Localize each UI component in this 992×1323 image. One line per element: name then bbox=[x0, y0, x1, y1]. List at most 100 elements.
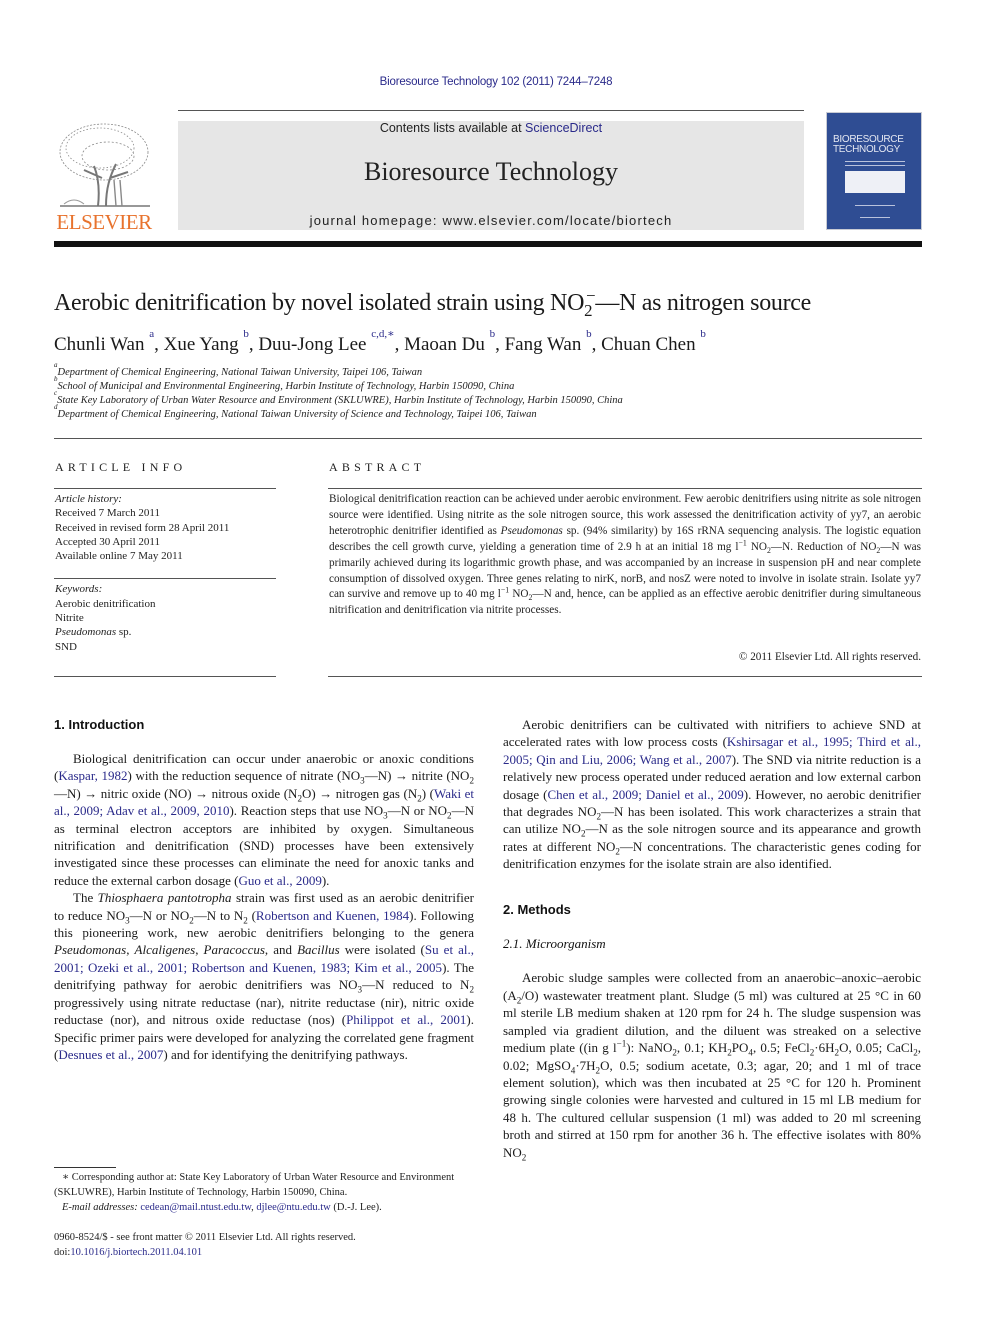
citation-link[interactable]: Guo et al., 2009 bbox=[238, 873, 321, 888]
cover-subtitle-line bbox=[845, 165, 905, 166]
superscript: −1 bbox=[616, 1038, 627, 1049]
journal-masthead: Contents lists available at ScienceDirec… bbox=[178, 121, 804, 230]
text: —N or NO bbox=[387, 803, 448, 819]
affiliation-text: Department of Chemical Engineering, Nati… bbox=[57, 409, 537, 420]
cover-title: BIORESOURCE TECHNOLOGY bbox=[833, 135, 904, 155]
cover-publisher-line bbox=[860, 217, 890, 218]
affiliation-mark: c bbox=[54, 388, 58, 397]
header-thick-rule bbox=[54, 241, 922, 247]
superscript: −1 bbox=[500, 585, 510, 595]
introduction-body: Biological denitrification can occur und… bbox=[54, 750, 474, 1063]
author-name: Chunli Wan bbox=[54, 334, 145, 355]
contents-available-line: Contents lists available at ScienceDirec… bbox=[178, 121, 804, 135]
affiliation: cState Key Laboratory of Urban Water Res… bbox=[54, 389, 623, 406]
abstract-bottom-rule bbox=[328, 676, 922, 677]
contents-prefix: Contents lists available at bbox=[379, 121, 526, 135]
affiliation: aDepartment of Chemical Engineering, Nat… bbox=[54, 361, 423, 378]
author-name: Xue Yang bbox=[163, 334, 239, 355]
species-name: Thiosphaera pantotropha bbox=[97, 890, 232, 906]
keywords-rule bbox=[54, 578, 276, 579]
abstract-text: Biological denitrification reaction can … bbox=[329, 492, 921, 619]
footnote: ∗ Corresponding author at: State Key Lab… bbox=[54, 1170, 474, 1215]
citation-link[interactable]: Robertson and Kuenen, 1984 bbox=[256, 908, 409, 923]
cover-figure bbox=[845, 171, 905, 193]
text: —N) → nitric oxide (NO) → nitrous oxide … bbox=[54, 785, 298, 801]
article-info-bottom-rule bbox=[54, 676, 276, 677]
citation-link[interactable]: Chen et al., 2009; Daniel et al., 2009 bbox=[547, 787, 743, 802]
abstract-italic: Pseudomonas bbox=[500, 524, 563, 537]
text: ) and for identifying the denitrifying p… bbox=[163, 1046, 408, 1062]
author-affiliation-mark[interactable]: b bbox=[490, 328, 496, 340]
affiliation-rule bbox=[54, 438, 922, 439]
journal-homepage[interactable]: journal homepage: www.elsevier.com/locat… bbox=[178, 213, 804, 228]
history-label: Article history: bbox=[55, 493, 122, 505]
citation-link[interactable]: Philippot et al., 2001 bbox=[346, 1012, 466, 1027]
text: —N) → nitrite (NO bbox=[364, 768, 470, 784]
affiliation-mark: d bbox=[54, 402, 58, 411]
author-name: Maoan Du bbox=[404, 334, 485, 355]
author[interactable]: Chuan Chen b bbox=[601, 328, 706, 355]
paragraph: The Thiosphaera pantotropha strain was f… bbox=[54, 889, 474, 1063]
citation-link[interactable]: Desnues et al., 2007 bbox=[58, 1047, 163, 1062]
abstract-text-part: NO bbox=[746, 540, 767, 553]
article-info-rule bbox=[54, 488, 276, 489]
history-item: Available online 7 May 2011 bbox=[55, 550, 183, 563]
abstract-rule bbox=[328, 488, 922, 489]
text: O, 0.05; CaCl bbox=[839, 1040, 914, 1056]
section-heading-introduction: 1. Introduction bbox=[54, 717, 145, 732]
text: PO bbox=[731, 1040, 749, 1056]
keyword: SND bbox=[55, 640, 78, 653]
history-item: Received in revised form 28 April 2011 bbox=[55, 521, 230, 534]
article-info-heading: ARTICLE INFO bbox=[55, 460, 187, 474]
superscript: −1 bbox=[738, 537, 747, 547]
affiliation-text: State Key Laboratory of Urban Water Reso… bbox=[57, 395, 623, 406]
journal-citation[interactable]: Bioresource Technology 102 (2011) 7244–7… bbox=[0, 76, 992, 88]
email-line: E-mail addresses: cedean@mail.ntust.edu.… bbox=[62, 1202, 382, 1213]
journal-name[interactable]: Bioresource Technology bbox=[178, 157, 804, 187]
author[interactable]: Fang Wan b bbox=[504, 328, 592, 355]
author-list: Chunli Wan a, Xue Yang b, Duu-Jong Lee c… bbox=[54, 327, 706, 355]
column-2-body: Aerobic denitrifiers can be cultivated w… bbox=[503, 716, 921, 1162]
author[interactable]: Chunli Wan a bbox=[54, 328, 154, 355]
author-affiliation-mark[interactable]: b bbox=[243, 328, 249, 340]
author[interactable]: Xue Yang b bbox=[163, 328, 249, 355]
doi-link[interactable]: 10.1016/j.biortech.2011.04.101 bbox=[70, 1247, 202, 1258]
author-name: Fang Wan bbox=[504, 334, 582, 355]
text: ): NaNO bbox=[626, 1040, 673, 1056]
article-title: Aerobic denitrification by novel isolate… bbox=[54, 287, 811, 319]
abstract-text-part: —N. Reduction of NO bbox=[770, 540, 877, 553]
text: ·7H bbox=[575, 1057, 596, 1073]
author-affiliation-mark[interactable]: b bbox=[700, 328, 706, 340]
section-heading-methods: 2. Methods bbox=[503, 901, 571, 917]
text: ). bbox=[321, 872, 330, 888]
abstract-text-part: NO bbox=[509, 588, 529, 601]
paragraph: Aerobic denitrifiers can be cultivated w… bbox=[503, 716, 921, 873]
genus-name: Alcaligenes bbox=[134, 942, 196, 958]
affiliation-text: Department of Chemical Engineering, Nati… bbox=[57, 367, 423, 378]
author[interactable]: Maoan Du b bbox=[404, 328, 495, 355]
author-name: Duu-Jong Lee bbox=[258, 334, 367, 355]
author[interactable]: Duu-Jong Lee c,d,∗ bbox=[258, 328, 394, 355]
email-suffix: (D.-J. Lee). bbox=[330, 1202, 382, 1213]
text: —N reduced to N bbox=[362, 977, 470, 993]
text: ) with the reduction sequence of nitrate… bbox=[127, 768, 361, 784]
author-affiliation-mark[interactable]: c,d,∗ bbox=[371, 328, 394, 340]
abstract-heading: ABSTRACT bbox=[329, 460, 426, 474]
abstract-copyright: © 2011 Elsevier Ltd. All rights reserved… bbox=[738, 651, 921, 663]
citation-link[interactable]: Kaspar, 1982 bbox=[58, 768, 127, 783]
genus-name: Paracoccus bbox=[203, 942, 265, 958]
paragraph: Biological denitrification can occur und… bbox=[54, 750, 474, 889]
keyword: Pseudomonas sp. bbox=[55, 625, 276, 639]
subsection-heading-microorganism: 2.1. Microorganism bbox=[503, 936, 606, 952]
cover-title-line2: TECHNOLOGY bbox=[833, 144, 901, 155]
journal-cover-thumbnail[interactable]: BIORESOURCE TECHNOLOGY bbox=[826, 112, 922, 230]
email-link[interactable]: cedean@mail.ntust.edu.tw bbox=[140, 1202, 251, 1213]
keyword: Aerobic denitrification bbox=[55, 597, 156, 610]
text: ·6H bbox=[814, 1040, 835, 1056]
article-info: Article history: Received 7 March 2011 R… bbox=[55, 492, 276, 654]
author-affiliation-mark[interactable]: a bbox=[149, 328, 154, 340]
keywords-label: Keywords: bbox=[55, 583, 103, 596]
email-link[interactable]: djlee@ntu.edu.tw bbox=[256, 1202, 330, 1213]
author-affiliation-mark[interactable]: b bbox=[586, 328, 592, 340]
sciencedirect-link[interactable]: ScienceDirect bbox=[525, 121, 602, 135]
